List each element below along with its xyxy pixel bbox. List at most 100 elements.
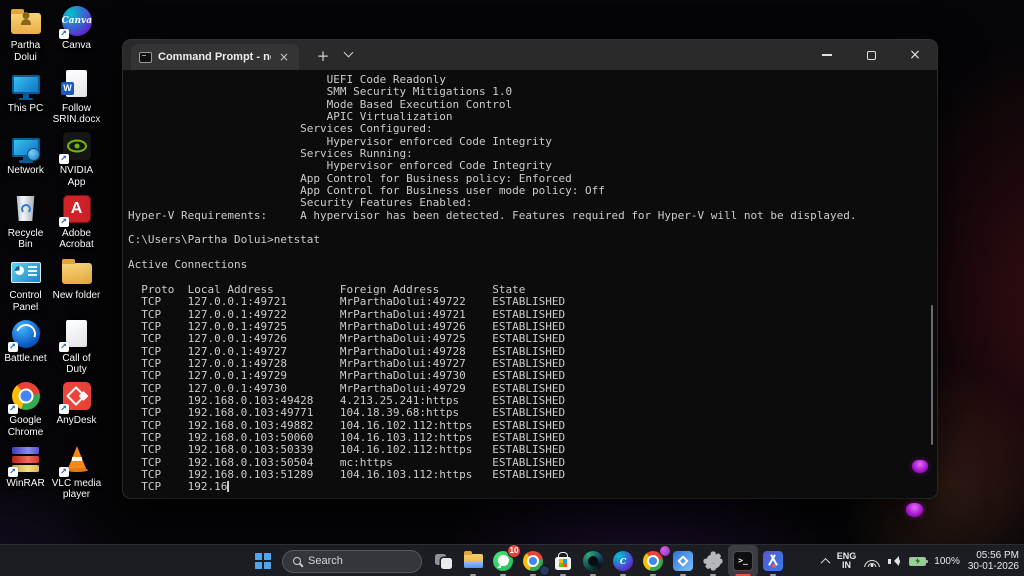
shortcut-arrow-icon	[8, 342, 18, 352]
desktop-icon-label: Partha Dolui	[1, 40, 51, 63]
recycle-symbol-icon	[21, 204, 31, 214]
system-tray: ENGIN 100% 05:56 PM30-01-2026	[822, 545, 1019, 576]
canva-icon: C	[613, 551, 633, 571]
desktop-icon-partha-dolui[interactable]: Partha Dolui	[0, 4, 51, 67]
battery-icon[interactable]	[909, 557, 926, 566]
desktop-icon-label: Canva	[62, 40, 91, 52]
desktop-icon-follow-srin-docx[interactable]: W Follow SRIN.docx	[51, 67, 102, 130]
taskbar-snipping-tool[interactable]	[758, 545, 788, 576]
tab-dropdown-chevron-icon[interactable]	[344, 48, 354, 58]
minimize-button[interactable]	[805, 40, 849, 70]
desktop-icon-label: Battle.net	[4, 353, 46, 365]
tab-title: Command Prompt - netsta	[158, 51, 271, 63]
start-button[interactable]	[248, 545, 278, 576]
language-indicator[interactable]: ENGIN	[837, 552, 857, 571]
desktop-icon-label: Network	[7, 165, 44, 177]
globe-icon	[27, 148, 40, 161]
snipping-tool-icon	[763, 551, 783, 571]
maximize-button[interactable]	[849, 40, 893, 70]
user-folder-icon	[11, 13, 41, 34]
new-tab-button[interactable]: +	[313, 43, 333, 70]
desktop-icon-call-of-duty[interactable]: Call of Duty	[51, 317, 102, 380]
photos-icon	[673, 551, 693, 571]
desktop-icon-label: Follow SRIN.docx	[52, 103, 102, 126]
desktop-icon-label: NVIDIA App	[52, 165, 102, 188]
terminal-tab[interactable]: Command Prompt - netsta ×	[131, 44, 299, 70]
minimize-icon	[822, 54, 832, 55]
desktop-icon-label: New folder	[53, 290, 101, 302]
window-titlebar[interactable]: Command Prompt - netsta × + ×	[123, 40, 937, 70]
shortcut-arrow-icon	[59, 404, 69, 414]
shortcut-arrow-icon	[59, 467, 69, 477]
this-pc-icon	[12, 75, 40, 94]
taskbar-microsoft-store[interactable]	[548, 545, 578, 576]
wifi-icon[interactable]	[864, 556, 880, 567]
task-view-icon	[435, 554, 452, 569]
taskbar-dark-circle-app[interactable]	[578, 545, 608, 576]
taskbar-chrome-2[interactable]	[638, 545, 668, 576]
taskbar-canva[interactable]: C	[608, 545, 638, 576]
desktop-icon-adobe-acrobat[interactable]: A Adobe Acrobat	[51, 192, 102, 255]
taskbar-search[interactable]: Search	[282, 550, 422, 573]
taskbar-center-cluster: Search 10 C >_	[248, 545, 788, 576]
microsoft-store-icon	[555, 557, 571, 570]
shortcut-arrow-icon	[59, 29, 69, 39]
desktop-icon-canva[interactable]: Canva Canva	[51, 4, 102, 67]
terminal-window: Command Prompt - netsta × + × UEFI Code …	[123, 40, 937, 498]
desktop-icon-recycle-bin[interactable]: Recycle Bin	[0, 192, 51, 255]
terminal-content[interactable]: UEFI Code Readonly SMM Security Mitigati…	[123, 70, 937, 498]
desktop-icon-label: Control Panel	[1, 290, 51, 313]
terminal-current-line: TCP 192.16	[123, 481, 937, 493]
network-icon	[12, 138, 40, 157]
command-prompt-icon	[139, 52, 152, 63]
file-explorer-icon	[464, 554, 483, 568]
shortcut-arrow-icon	[59, 217, 69, 227]
taskbar-terminal[interactable]: >_	[728, 545, 758, 576]
terminal-output: UEFI Code Readonly SMM Security Mitigati…	[123, 70, 937, 481]
desktop-icon-label: WinRAR	[6, 478, 44, 490]
desktop-icon-label: Recycle Bin	[1, 228, 51, 251]
task-view-button[interactable]	[428, 545, 458, 576]
vlc-cone-icon	[67, 446, 87, 471]
gear-icon	[703, 551, 723, 571]
desktop-icon-label: Google Chrome	[1, 415, 51, 438]
desktop-icon-label: VLC media player	[52, 478, 102, 501]
clock[interactable]: 05:56 PM30-01-2026	[968, 550, 1019, 573]
desktop-icon-vlc[interactable]: VLC media player	[51, 442, 102, 505]
taskbar-chrome[interactable]	[518, 545, 548, 576]
taskbar-photos[interactable]	[668, 545, 698, 576]
desktop-icon-label: Call of Duty	[52, 353, 102, 376]
desktop-icon-grid: Partha Dolui Canva Canva This PC W Follo…	[0, 4, 102, 504]
desktop-icon-battle-net[interactable]: Battle.net	[0, 317, 51, 380]
purple-glow-dot	[912, 460, 928, 473]
close-icon: ×	[909, 48, 921, 62]
word-document-icon: W	[66, 70, 87, 97]
desktop-icon-winrar[interactable]: WinRAR	[0, 442, 51, 505]
taskbar-whatsapp[interactable]: 10	[488, 545, 518, 576]
tab-close-icon[interactable]: ×	[277, 50, 291, 64]
shortcut-arrow-icon	[8, 467, 18, 477]
control-panel-icon	[11, 262, 41, 283]
taskbar-settings[interactable]	[698, 545, 728, 576]
desktop-icon-label: This PC	[8, 103, 44, 115]
terminal-scrollbar[interactable]	[931, 305, 934, 445]
desktop-icon-this-pc[interactable]: This PC	[0, 67, 51, 130]
desktop-icon-control-panel[interactable]: Control Panel	[0, 254, 51, 317]
taskbar: Search 10 C >_ ENGIN 100% 05:56 PM30-01-…	[0, 544, 1024, 576]
terminal-icon: >_	[733, 551, 753, 571]
desktop-icon-google-chrome[interactable]: Google Chrome	[0, 379, 51, 442]
desktop-icon-label: Adobe Acrobat	[52, 228, 102, 251]
taskbar-file-explorer[interactable]	[458, 545, 488, 576]
speaker-icon[interactable]	[888, 556, 901, 566]
dark-circle-app-icon	[583, 551, 603, 571]
desktop-icon-label: AnyDesk	[56, 415, 96, 427]
text-cursor	[227, 481, 229, 492]
tray-overflow-chevron-icon[interactable]	[820, 557, 830, 567]
document-icon	[66, 320, 87, 347]
close-button[interactable]: ×	[893, 40, 937, 70]
desktop-icon-new-folder[interactable]: New folder	[51, 254, 102, 317]
desktop-icon-nvidia-app[interactable]: NVIDIA App	[51, 129, 102, 192]
window-controls: ×	[805, 40, 937, 70]
desktop-icon-network[interactable]: Network	[0, 129, 51, 192]
desktop-icon-anydesk[interactable]: AnyDesk	[51, 379, 102, 442]
